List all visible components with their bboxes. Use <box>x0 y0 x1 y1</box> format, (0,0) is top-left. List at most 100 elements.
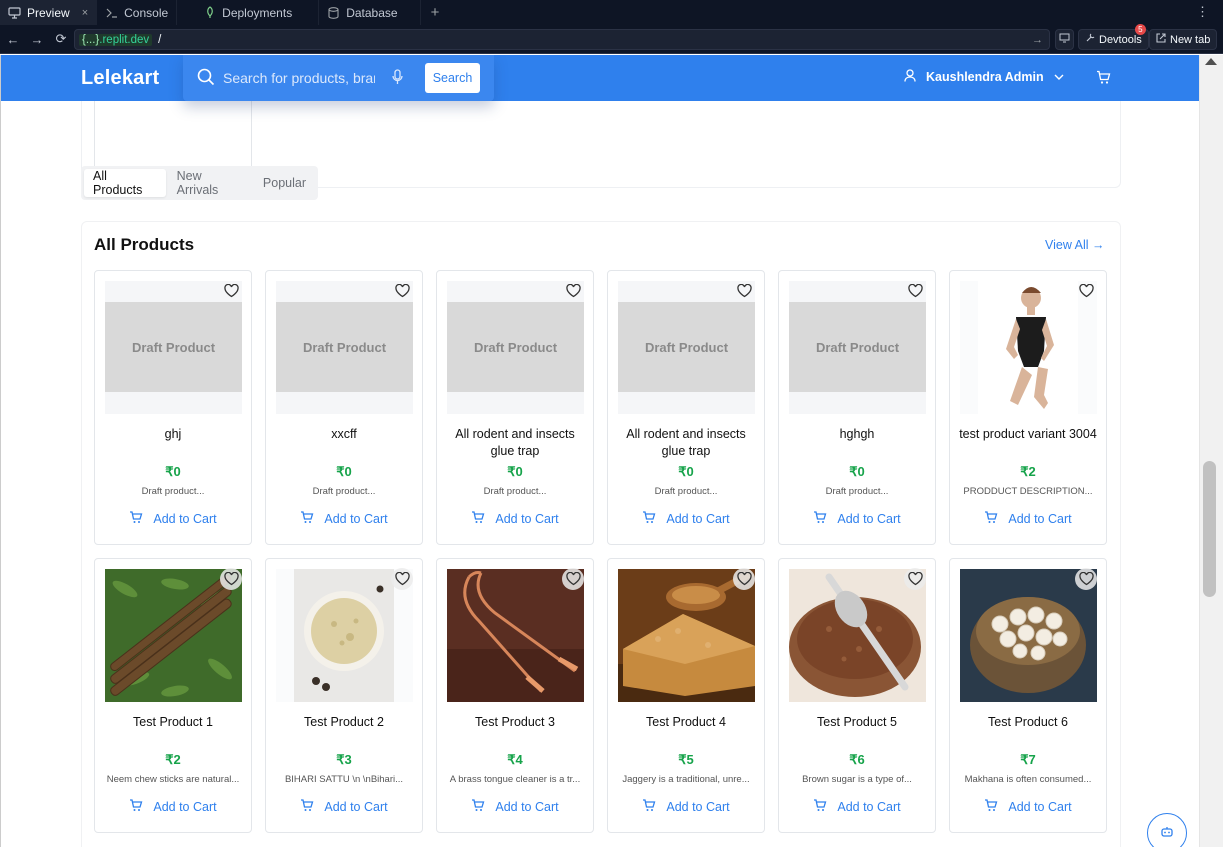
add-to-cart-button[interactable]: Add to Cart <box>266 799 422 815</box>
cart-icon <box>642 511 656 527</box>
heart-icon[interactable] <box>562 568 584 590</box>
user-name: Kaushlendra Admin <box>926 70 1044 84</box>
cart-icon[interactable] <box>1096 70 1111 90</box>
view-all-link[interactable]: View All → <box>1045 238 1105 252</box>
site-header: Lelekart Search Kaushlendra Admin <box>1 55 1199 101</box>
product-image[interactable]: Draft Product <box>618 281 755 414</box>
product-image[interactable] <box>447 569 584 702</box>
product-name[interactable]: All rodent and insects glue trap <box>614 426 758 460</box>
cart-icon <box>813 799 827 815</box>
go-arrow-icon[interactable]: → <box>1032 34 1043 46</box>
product-card[interactable]: Draft Product All rodent and insects glue… <box>436 270 594 545</box>
add-to-cart-button[interactable]: Add to Cart <box>266 511 422 527</box>
product-image[interactable]: Draft Product <box>105 281 242 414</box>
add-to-cart-button[interactable]: Add to Cart <box>779 799 935 815</box>
scrollbar-track[interactable] <box>1199 55 1223 847</box>
product-name[interactable]: Test Product 1 <box>101 714 245 731</box>
product-name[interactable]: hghgh <box>785 426 929 443</box>
product-image[interactable] <box>276 569 413 702</box>
product-name[interactable]: Test Product 5 <box>785 714 929 731</box>
new-tab-button[interactable]: New tab <box>1149 29 1218 50</box>
monitor-icon <box>8 6 21 19</box>
add-to-cart-button[interactable]: Add to Cart <box>437 799 593 815</box>
product-image[interactable]: Draft Product <box>789 281 926 414</box>
add-to-cart-button[interactable]: Add to Cart <box>779 511 935 527</box>
tab-database[interactable]: Database <box>319 0 421 25</box>
tab-label: Deployments <box>222 5 293 20</box>
product-image[interactable] <box>105 569 242 702</box>
screen-toggle-button[interactable] <box>1055 29 1074 50</box>
chat-assistant-button[interactable] <box>1147 813 1187 847</box>
heart-icon[interactable] <box>904 280 926 302</box>
product-name[interactable]: Test Product 4 <box>614 714 758 731</box>
product-name[interactable]: Test Product 6 <box>956 714 1100 731</box>
tab-preview[interactable]: Preview × <box>0 0 98 25</box>
add-tab-icon[interactable]: + <box>421 4 450 21</box>
scrollbar-thumb[interactable] <box>1203 461 1216 597</box>
search-input[interactable] <box>223 67 375 89</box>
draft-placeholder: Draft Product <box>105 302 242 392</box>
add-to-cart-button[interactable]: Add to Cart <box>608 511 764 527</box>
add-to-cart-button[interactable]: Add to Cart <box>608 799 764 815</box>
heart-icon[interactable] <box>562 280 584 302</box>
add-to-cart-button[interactable]: Add to Cart <box>437 511 593 527</box>
heart-icon[interactable] <box>391 280 413 302</box>
product-name[interactable]: xxcff <box>272 426 416 443</box>
product-name[interactable]: All rodent and insects glue trap <box>443 426 587 460</box>
product-card[interactable]: Draft Product hghgh ₹0 Draft product... Add … <box>778 270 936 545</box>
tab-console[interactable]: Console <box>97 0 178 25</box>
heart-icon[interactable] <box>220 280 242 302</box>
back-arrow-icon[interactable]: ← <box>2 28 24 50</box>
heart-icon[interactable] <box>733 280 755 302</box>
tab-new-arrivals[interactable]: New Arrivals <box>168 169 252 197</box>
mic-icon[interactable] <box>392 69 403 90</box>
add-to-cart-label: Add to Cart <box>837 512 901 526</box>
add-to-cart-button[interactable]: Add to Cart <box>95 511 251 527</box>
product-card[interactable]: Test Product 4 ₹5 Jaggery is a traditional… <box>607 558 765 833</box>
add-to-cart-button[interactable]: Add to Cart <box>950 511 1106 527</box>
product-image[interactable]: Draft Product <box>447 281 584 414</box>
product-card[interactable]: Test Product 6 ₹7 Makhana is often consume… <box>949 558 1107 833</box>
heart-icon[interactable] <box>220 568 242 590</box>
user-menu[interactable]: Kaushlendra Admin <box>904 69 1064 85</box>
more-options-icon[interactable]: ⋮ <box>1196 4 1209 20</box>
product-card[interactable]: Draft Product All rodent and insects glue… <box>607 270 765 545</box>
product-name[interactable]: Test Product 2 <box>272 714 416 731</box>
tab-popular[interactable]: Popular <box>254 169 315 197</box>
heart-icon[interactable] <box>1075 280 1097 302</box>
reload-icon[interactable]: ⟳ <box>50 28 72 50</box>
heart-icon[interactable] <box>391 568 413 590</box>
tab-deployments[interactable]: Deployments <box>177 0 320 25</box>
heart-icon[interactable] <box>1075 568 1097 590</box>
external-link-icon <box>1156 33 1166 46</box>
url-field[interactable]: {...}.replit.dev / → <box>74 29 1050 50</box>
product-image[interactable] <box>960 569 1097 702</box>
heart-icon[interactable] <box>904 568 926 590</box>
product-card[interactable]: Test Product 1 ₹2 Neem chew sticks are nat… <box>94 558 252 833</box>
product-card[interactable]: Draft Product xxcff ₹0 Draft product... Add … <box>265 270 423 545</box>
product-card[interactable]: Test Product 5 ₹6 Brown sugar is a type of… <box>778 558 936 833</box>
search-icon <box>197 68 215 91</box>
add-to-cart-button[interactable]: Add to Cart <box>950 799 1106 815</box>
add-to-cart-button[interactable]: Add to Cart <box>95 799 251 815</box>
product-image[interactable] <box>789 569 926 702</box>
close-icon[interactable]: × <box>82 7 88 19</box>
product-card[interactable]: test product variant 3004 ₹2 PRODDUCT DESC… <box>949 270 1107 545</box>
search-button[interactable]: Search <box>425 63 480 93</box>
forward-arrow-icon[interactable]: → <box>26 28 48 50</box>
product-description: Draft product... <box>312 486 376 497</box>
heart-icon[interactable] <box>733 568 755 590</box>
product-image[interactable] <box>618 569 755 702</box>
product-name[interactable]: ghj <box>101 426 245 443</box>
product-card[interactable]: Test Product 2 ₹3 BIHARI SATTU \n \nBihari… <box>265 558 423 833</box>
product-image[interactable]: Draft Product <box>276 281 413 414</box>
product-card[interactable]: Test Product 3 ₹4 A brass tongue cleaner i… <box>436 558 594 833</box>
site-logo[interactable]: Lelekart <box>81 67 159 90</box>
tab-all-products[interactable]: All Products <box>84 169 166 197</box>
devtools-button[interactable]: Devtools 5 <box>1078 24 1149 50</box>
product-image[interactable] <box>960 281 1097 414</box>
scroll-up-arrow-icon[interactable] <box>1205 58 1217 65</box>
product-name[interactable]: Test Product 3 <box>443 714 587 731</box>
product-name[interactable]: test product variant 3004 <box>956 426 1100 443</box>
product-card[interactable]: Draft Product ghj ₹0 Draft product... Add to… <box>94 270 252 545</box>
